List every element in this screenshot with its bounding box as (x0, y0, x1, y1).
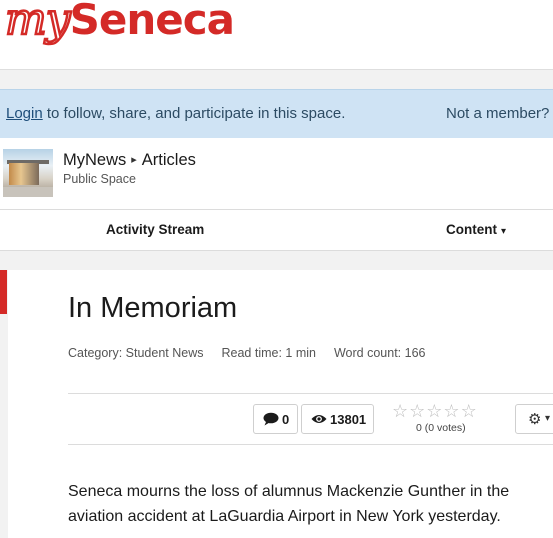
divider (68, 393, 553, 394)
comment-icon (263, 412, 279, 429)
login-link[interactable]: Login (6, 105, 43, 122)
eye-icon (311, 413, 327, 428)
actions-menu-button[interactable]: ⚙ ▾ (515, 404, 553, 434)
article-title: In Memoriam (68, 292, 238, 324)
caret-down-icon: ▾ (501, 226, 507, 237)
place-subtitle: Public Space (63, 172, 136, 186)
article-meta: Category: Student News Read time: 1 min Wo… (68, 346, 443, 360)
breadcrumb-separator-icon: ▸ (131, 154, 137, 166)
comments-count: 0 (282, 412, 290, 427)
avatar-building (9, 163, 39, 185)
place-nav: Activity Stream Content ▾ (0, 210, 553, 251)
star-icon[interactable]: ☆ (426, 401, 443, 421)
avatar-ground (3, 187, 53, 197)
star-icon[interactable]: ☆ (409, 401, 426, 421)
star-icon[interactable]: ☆ (461, 401, 478, 421)
not-member-link[interactable]: Not a member? (446, 105, 549, 122)
tab-content[interactable]: Content ▾ (446, 222, 506, 237)
logo-seneca: Seneca (69, 0, 235, 44)
article-word-count: Word count: 166 (333, 346, 426, 360)
login-banner: Login to follow, share, and participate … (0, 89, 553, 139)
breadcrumb: MyNews ▸ Articles (63, 151, 196, 170)
breadcrumb-articles[interactable]: Articles (142, 151, 196, 169)
article-body: Seneca mourns the loss of alumnus Macken… (68, 483, 510, 525)
tab-activity-stream[interactable]: Activity Stream (106, 222, 204, 237)
star-icon[interactable]: ☆ (443, 401, 460, 421)
comments-button[interactable]: 0 (253, 404, 298, 434)
caret-down-icon: ▾ (545, 413, 551, 424)
gear-icon: ⚙ (528, 411, 542, 428)
login-message-text: to follow, share, and participate in thi… (42, 105, 346, 122)
article-read-time: Read time: 1 min (221, 346, 316, 360)
site-header: mySeneca (0, 0, 553, 70)
star-rating: ☆☆☆☆☆ (392, 401, 478, 422)
article-category[interactable]: Category: Student News (68, 346, 204, 360)
views-count: 13801 (330, 412, 367, 427)
place-header: MyNews ▸ Articles Public Space (0, 138, 553, 210)
myseneca-logo[interactable]: mySeneca (4, 0, 235, 45)
tab-content-label: Content (446, 222, 497, 237)
star-icon[interactable]: ☆ (392, 401, 409, 421)
votes-label: 0 (0 votes) (416, 422, 466, 434)
views-button[interactable]: 13801 (301, 404, 374, 434)
breadcrumb-mynews[interactable]: MyNews (63, 151, 126, 169)
logo-my: my (4, 0, 72, 45)
login-message: Login to follow, share, and participate … (6, 105, 345, 122)
red-flag-marker (0, 270, 7, 314)
divider (68, 444, 553, 445)
place-avatar[interactable] (3, 149, 53, 197)
